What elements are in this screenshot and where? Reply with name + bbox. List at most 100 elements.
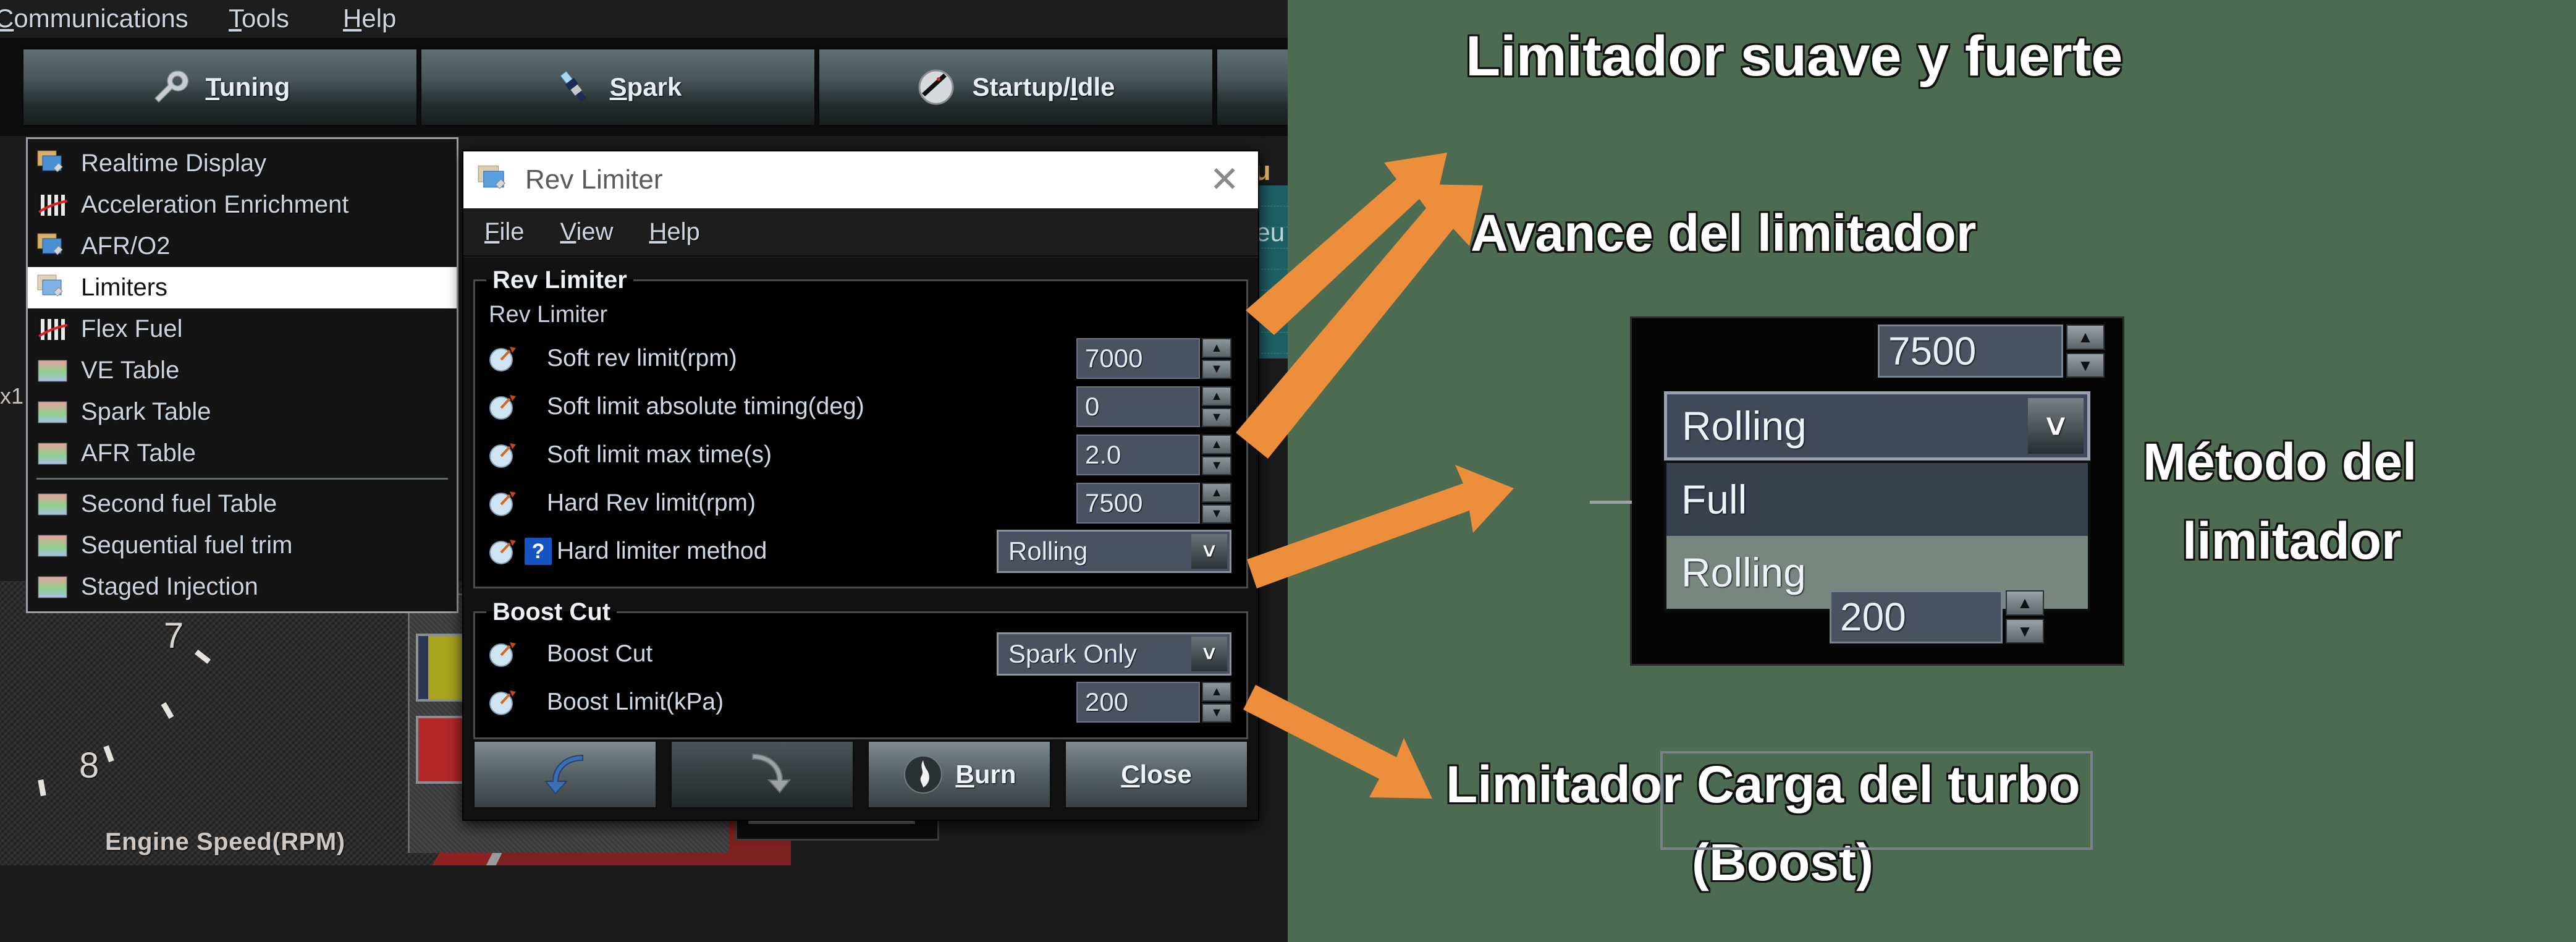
burn-button[interactable]: Burn	[868, 740, 1051, 808]
menu-item-afr-o2[interactable]: AFR/O2	[28, 226, 457, 267]
curve-icon	[38, 193, 68, 217]
spinner-up-icon[interactable]: ▲	[2066, 325, 2105, 350]
tuning-dropdown-menu[interactable]: Realtime Display Acceleration Enrichment…	[26, 137, 458, 613]
callout-limitador-suave-y-fuerte: Limitador suave y fuerte	[1466, 25, 2123, 88]
field-label: Soft limit absolute timing(deg)	[547, 393, 864, 420]
redo-arrow-icon	[751, 753, 791, 794]
spinner-value[interactable]: 2.0	[1076, 435, 1200, 475]
chevron-down-icon[interactable]: ˅	[2028, 398, 2084, 454]
spinner-down-icon[interactable]: ▼	[1202, 407, 1231, 427]
spinner-soft-limit-absolute-timing[interactable]: 0 ▲ ▼	[1076, 386, 1231, 427]
spinner-value[interactable]: 0	[1076, 386, 1200, 427]
menu-item-second-fuel-table[interactable]: Second fuel Table	[28, 483, 457, 525]
spinner-down-icon[interactable]: ▼	[1202, 359, 1231, 379]
inset-partial-field-frame	[1660, 751, 2093, 850]
menu-item-ve-table[interactable]: VE Table	[28, 350, 457, 391]
spinner-down-icon[interactable]: ▼	[2066, 352, 2105, 378]
tab-startup-idle[interactable]: Startup/Idle	[818, 48, 1214, 126]
redo-button[interactable]	[670, 740, 854, 808]
curve-icon	[38, 317, 68, 341]
menu-item-afr-table[interactable]: AFR Table	[28, 433, 457, 474]
chevron-down-icon[interactable]: ˅	[1191, 534, 1227, 569]
spinner-value[interactable]: 200	[1076, 682, 1200, 723]
flame-icon	[903, 755, 942, 794]
field-boost-cut: Boost Cut Spark Only ˅	[486, 630, 1235, 678]
table-icon	[38, 493, 67, 515]
inset-spinner-value[interactable]: 7500	[1878, 325, 2063, 378]
spinner-down-icon[interactable]: ▼	[1202, 456, 1231, 475]
menu-item-staged-injection[interactable]: Staged Injection	[28, 566, 457, 608]
spinner-soft-limit-max-time[interactable]: 2.0 ▲ ▼	[1076, 435, 1231, 475]
menu-item-label: Acceleration Enrichment	[81, 191, 349, 218]
table-icon	[38, 360, 67, 381]
spinner-value[interactable]: 7000	[1076, 338, 1200, 379]
gauge-icon	[489, 540, 516, 564]
menu-item-sequential-fuel-trim[interactable]: Sequential fuel trim	[28, 525, 457, 566]
field-label: Hard Rev limit(rpm)	[547, 490, 756, 516]
spinner-value[interactable]: 7500	[1076, 483, 1200, 524]
gauge-tick-label-8: 8	[79, 745, 99, 786]
menu-item-limiters[interactable]: Limiters	[28, 267, 457, 308]
dialog-title-label: Rev Limiter	[525, 164, 663, 195]
app-menubar: CCommunicationsommunications Tools Help	[0, 0, 1288, 38]
app-tabstrip: Tuning Spark Startup/Idle	[0, 38, 1288, 136]
spinner-down-icon[interactable]: ▼	[1202, 504, 1231, 524]
spinner-up-icon[interactable]: ▲	[2006, 590, 2044, 616]
spinner-boost-limit[interactable]: 200 ▲ ▼	[1076, 682, 1231, 723]
gauge-title-label: Engine Speed(RPM)	[105, 828, 345, 855]
table-icon	[38, 576, 67, 598]
spinner-up-icon[interactable]: ▲	[1202, 682, 1231, 702]
spinner-up-icon[interactable]: ▲	[1202, 483, 1231, 503]
menu-help[interactable]: Help	[343, 3, 396, 34]
inset-spinner-value[interactable]: 200	[1830, 590, 2003, 643]
dialog-menu-view[interactable]: View	[560, 218, 613, 246]
dialog-menu-file[interactable]: File	[484, 218, 524, 246]
callout-metodo-del-limitador-line1: Método del	[2143, 433, 2417, 491]
field-soft-limit-max-time: Soft limit max time(s) 2.0 ▲ ▼	[486, 431, 1235, 479]
inset-spinner-boost-limit[interactable]: 200 ▲ ▼	[1830, 590, 2044, 643]
tab-next-partial[interactable]	[1216, 48, 1288, 126]
chevron-down-icon[interactable]: ˅	[1191, 637, 1227, 671]
close-button[interactable]: Close	[1065, 740, 1248, 808]
help-question-icon[interactable]: ?	[525, 538, 552, 565]
dialog-menu-help[interactable]: Help	[649, 218, 699, 246]
combo-hard-limiter-method[interactable]: Rolling ˅	[997, 530, 1231, 573]
inset-combo-value: Rolling	[1682, 403, 1807, 449]
menu-item-label: Flex Fuel	[81, 315, 183, 342]
spinner-down-icon[interactable]: ▼	[2006, 618, 2044, 643]
combo-value: Rolling	[1008, 537, 1088, 566]
combo-boost-cut[interactable]: Spark Only ˅	[997, 632, 1231, 676]
dialog-button-bar: Burn Close	[473, 740, 1248, 808]
menu-communications[interactable]: CCommunicationsommunications	[0, 3, 188, 34]
inset-combo-option-list[interactable]: Full Rolling	[1664, 460, 2090, 611]
spinner-up-icon[interactable]: ▲	[1202, 338, 1231, 358]
choke-icon	[918, 69, 954, 105]
inset-spinner-hard-rev-limit[interactable]: 7500 ▲ ▼	[1878, 325, 2105, 378]
inset-option-full[interactable]: Full	[1666, 463, 2088, 536]
field-boost-limit: Boost Limit(kPa) 200 ▲ ▼	[486, 678, 1235, 726]
spinner-up-icon[interactable]: ▲	[1202, 386, 1231, 406]
close-icon[interactable]: ✕	[1209, 162, 1239, 198]
limiters-icon	[478, 165, 505, 189]
spinner-soft-rev-limit[interactable]: 7000 ▲ ▼	[1076, 338, 1231, 379]
undo-arrow-icon	[544, 754, 583, 795]
tab-spark[interactable]: Spark	[420, 48, 816, 126]
inset-combo-hard-limiter-method[interactable]: Rolling ˅	[1664, 391, 2090, 460]
menu-tools[interactable]: Tools	[229, 3, 289, 34]
menu-item-acceleration-enrichment[interactable]: Acceleration Enrichment	[28, 184, 457, 226]
field-label: Boost Cut	[547, 640, 653, 667]
menu-item-spark-table[interactable]: Spark Table	[28, 391, 457, 433]
menu-item-label: VE Table	[81, 357, 180, 384]
menu-item-flex-fuel[interactable]: Flex Fuel	[28, 308, 457, 350]
tab-tuning[interactable]: Tuning	[22, 48, 418, 126]
field-label: Hard limiter method	[557, 538, 767, 564]
spinner-up-icon[interactable]: ▲	[1202, 435, 1231, 454]
dialog-titlebar[interactable]: Rev Limiter ✕	[463, 151, 1258, 208]
spinner-down-icon[interactable]: ▼	[1202, 703, 1231, 723]
spinner-hard-rev-limit[interactable]: 7500 ▲ ▼	[1076, 483, 1231, 524]
undo-button[interactable]	[473, 740, 657, 808]
dialog-menubar: File View Help	[463, 208, 1258, 257]
table-icon	[38, 535, 67, 556]
group-sub-label: Rev Limiter	[489, 302, 608, 328]
menu-item-realtime-display[interactable]: Realtime Display	[28, 143, 457, 184]
